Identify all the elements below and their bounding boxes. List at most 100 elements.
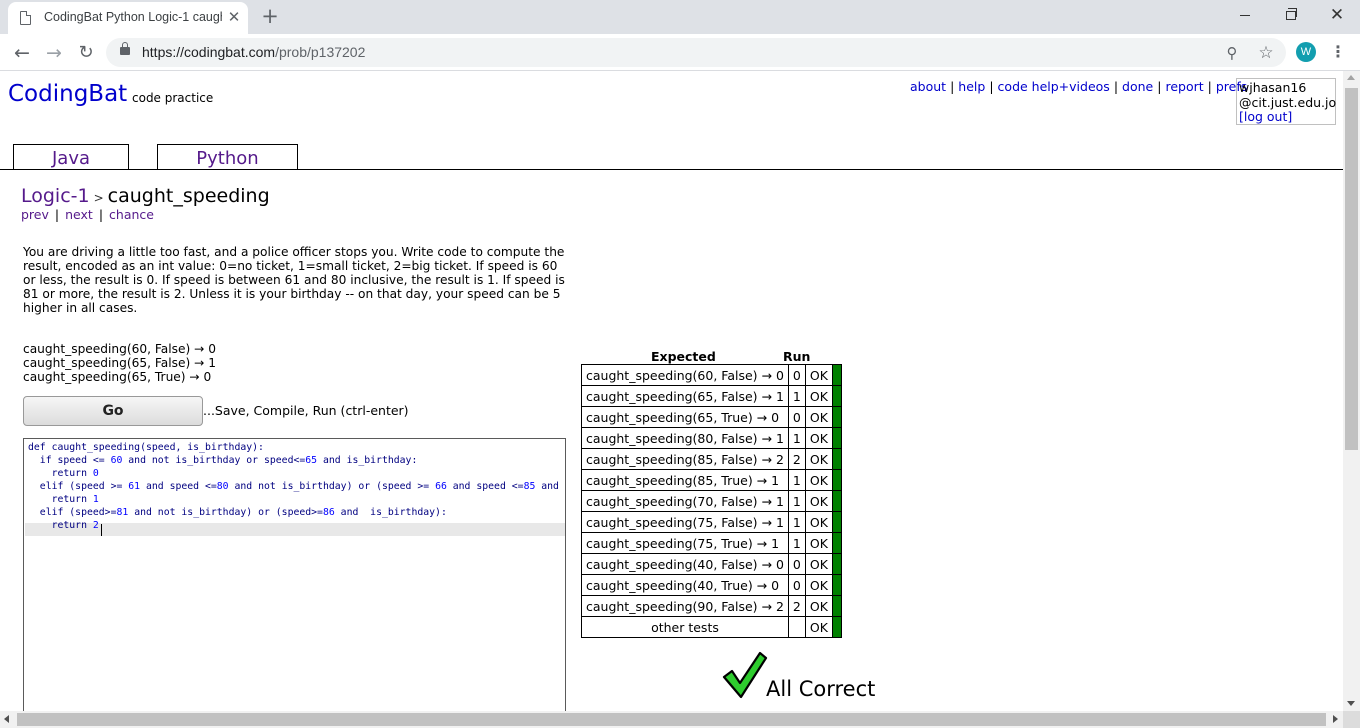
profile-avatar[interactable]: W <box>1296 42 1316 62</box>
result-status: OK <box>804 427 833 449</box>
result-run: 0 <box>787 406 806 428</box>
horizontal-scrollbar[interactable] <box>0 711 1343 728</box>
browser-toolbar: ← → ↻ https://codingbat.com/prob/p137202… <box>0 34 1360 71</box>
url-text[interactable]: https://codingbat.com/prob/p137202 <box>142 44 365 60</box>
lock-icon[interactable] <box>120 42 130 55</box>
tab-python[interactable]: Python <box>157 144 298 170</box>
pass-indicator <box>831 595 842 617</box>
result-row: caught_speeding(40, True) → 0 0 OK <box>581 574 842 596</box>
result-expected: caught_speeding(65, True) → 0 <box>581 406 789 428</box>
minimize-icon <box>1240 14 1250 16</box>
next-link[interactable]: next <box>65 207 93 222</box>
close-window-button[interactable]: ✕ <box>1314 0 1360 30</box>
link-help[interactable]: help <box>958 79 985 94</box>
pass-indicator <box>831 364 842 386</box>
link-done[interactable]: done <box>1122 79 1153 94</box>
bookmark-star-icon[interactable]: ☆ <box>1254 41 1278 65</box>
result-expected: caught_speeding(40, False) → 0 <box>581 553 789 575</box>
new-tab-button[interactable]: + <box>258 4 282 28</box>
page-icon <box>20 11 31 25</box>
link-separator: | <box>98 207 104 222</box>
code-line: def caught_speeding(speed, is_birthday): <box>28 442 264 453</box>
result-status: OK <box>804 616 833 638</box>
pass-indicator <box>831 511 842 533</box>
pass-indicator <box>831 553 842 575</box>
code-line: if speed <= 60 and not is_birthday or sp… <box>39 455 418 466</box>
result-expected: caught_speeding(60, False) → 0 <box>581 364 789 386</box>
url-host: https://codingbat.com <box>142 44 276 60</box>
zoom-icon[interactable]: ⚲ <box>1220 41 1244 65</box>
other-tests-label: other tests <box>581 616 789 638</box>
user-email: @cit.just.edu.jo <box>1239 94 1337 110</box>
result-run: 1 <box>787 385 806 407</box>
scroll-up-icon[interactable] <box>1347 75 1355 80</box>
result-run: 0 <box>787 364 806 386</box>
result-run: 1 <box>787 532 806 554</box>
header-run: Run <box>783 349 811 364</box>
browser-tab-strip: CodingBat Python Logic-1 caugh ✕ + ✕ <box>0 0 1360 34</box>
link-report[interactable]: report <box>1165 79 1203 94</box>
vertical-scrollbar[interactable] <box>1343 71 1360 711</box>
browser-menu-icon[interactable]: ⋮ <box>1328 40 1348 64</box>
chance-link[interactable]: chance <box>109 207 154 222</box>
result-run: 0 <box>787 574 806 596</box>
vertical-scroll-thumb[interactable] <box>1345 88 1358 450</box>
logout-link[interactable]: [log out] <box>1239 109 1292 124</box>
link-code-help-videos[interactable]: code help+videos <box>998 79 1110 94</box>
examples: caught_speeding(60, False) → 0 caught_sp… <box>23 342 216 384</box>
go-hint: ...Save, Compile, Run (ctrl-enter) <box>203 403 409 418</box>
breadcrumb: Logic-1 > caught_speeding <box>21 185 270 207</box>
pass-indicator <box>831 406 842 428</box>
result-row: caught_speeding(75, False) → 1 1 OK <box>581 511 842 533</box>
code-line: elif (speed>=81 and not is_birthday) or … <box>39 507 447 518</box>
link-separator: | <box>1157 79 1162 94</box>
reload-button[interactable]: ↻ <box>72 39 100 67</box>
example-line: caught_speeding(60, False) → 0 <box>23 342 216 356</box>
result-row: caught_speeding(90, False) → 2 2 OK <box>581 595 842 617</box>
result-run: 0 <box>787 553 806 575</box>
scroll-right-icon[interactable] <box>1333 715 1338 723</box>
result-status: OK <box>804 553 833 575</box>
pass-indicator <box>831 532 842 554</box>
result-run: 1 <box>787 511 806 533</box>
breadcrumb-section-link[interactable]: Logic-1 <box>21 185 90 207</box>
page-viewport: CodingBat code practice about | help | code … <box>0 71 1343 711</box>
restore-icon <box>1286 7 1297 20</box>
tab-divider <box>0 169 1343 170</box>
result-expected: caught_speeding(80, False) → 1 <box>581 427 789 449</box>
address-bar[interactable]: https://codingbat.com/prob/p137202 ⚲ ☆ <box>106 38 1286 67</box>
result-row: caught_speeding(40, False) → 0 0 OK <box>581 553 842 575</box>
result-status: OK <box>804 595 833 617</box>
result-expected: caught_speeding(70, False) → 1 <box>581 490 789 512</box>
forward-button[interactable]: → <box>40 39 68 67</box>
result-run: 2 <box>787 595 806 617</box>
go-button[interactable]: Go <box>23 396 203 426</box>
tab-java[interactable]: Java <box>13 144 129 170</box>
result-row: caught_speeding(75, True) → 1 1 OK <box>581 532 842 554</box>
horizontal-scroll-thumb[interactable] <box>17 713 1326 726</box>
result-expected: caught_speeding(75, True) → 1 <box>581 532 789 554</box>
site-logo[interactable]: CodingBat <box>8 81 127 107</box>
prev-link[interactable]: prev <box>21 207 49 222</box>
scroll-down-icon[interactable] <box>1347 701 1355 706</box>
header-expected: Expected <box>651 349 716 364</box>
restore-button[interactable] <box>1268 0 1314 30</box>
result-status: OK <box>804 469 833 491</box>
link-separator: | <box>54 207 60 222</box>
back-button[interactable]: ← <box>8 39 36 67</box>
browser-tab[interactable]: CodingBat Python Logic-1 caugh ✕ <box>8 2 248 34</box>
result-row: caught_speeding(65, True) → 0 0 OK <box>581 406 842 428</box>
close-tab-icon[interactable]: ✕ <box>226 8 242 26</box>
user-name: wjhasan16 <box>1239 80 1307 95</box>
result-expected: caught_speeding(90, False) → 2 <box>581 595 789 617</box>
problem-nav: prev | next | chance <box>21 207 154 222</box>
scroll-left-icon[interactable] <box>4 715 9 723</box>
url-path: /prob/p137202 <box>275 44 366 60</box>
minimize-button[interactable] <box>1222 0 1268 30</box>
result-status: OK <box>804 511 833 533</box>
code-editor[interactable]: def caught_speeding(speed, is_birthday):… <box>23 438 566 711</box>
problem-description: You are driving a little too fast, and a… <box>23 245 565 315</box>
link-about[interactable]: about <box>910 79 946 94</box>
result-status: OK <box>804 574 833 596</box>
result-status: OK <box>804 532 833 554</box>
